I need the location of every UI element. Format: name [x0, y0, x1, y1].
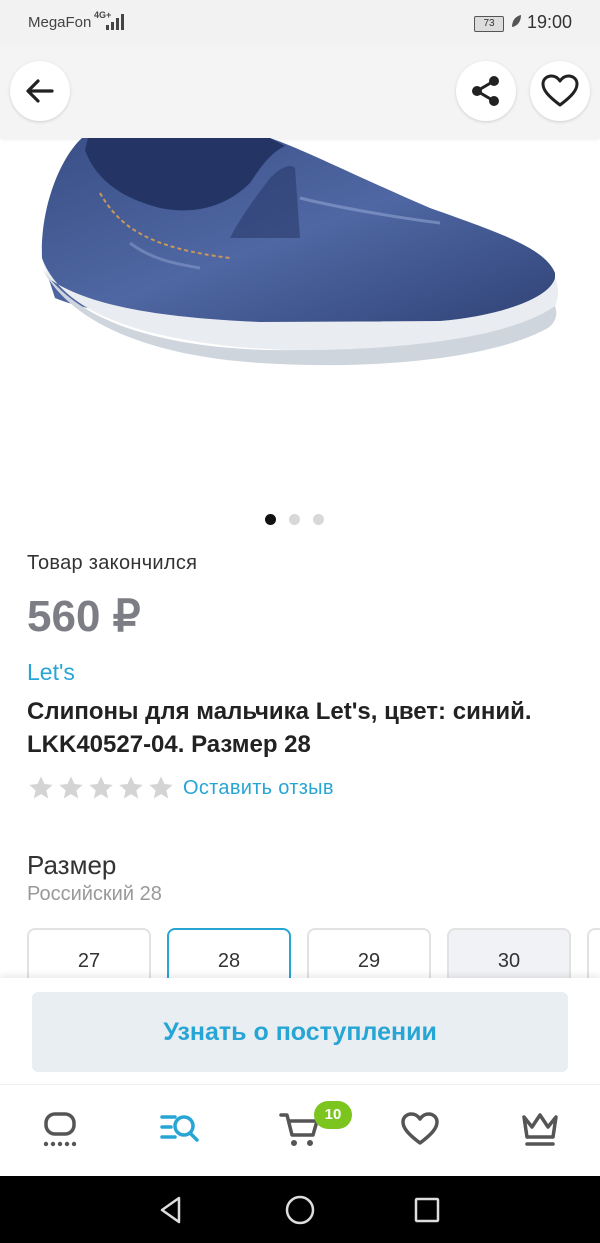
carrier-name: MegaFon: [28, 14, 92, 31]
tab-profile[interactable]: [518, 1107, 562, 1151]
size-option-29[interactable]: 29: [307, 928, 431, 980]
bottom-tab-bar: 10: [0, 1084, 600, 1177]
power-saving-icon: [512, 15, 521, 27]
star-icon: [59, 776, 83, 799]
pagination-dot-active[interactable]: [265, 514, 276, 525]
rating-row: Оставить отзыв: [27, 774, 334, 802]
circle-home-icon: [285, 1195, 315, 1225]
nav-home-button[interactable]: [283, 1193, 317, 1227]
size-options: 27 28 29 30: [27, 928, 600, 980]
write-review-link[interactable]: Оставить отзыв: [183, 777, 334, 800]
notify-arrival-button[interactable]: Узнать о поступлении: [32, 992, 568, 1072]
share-icon: [472, 76, 499, 106]
profile-crown-icon: [522, 1113, 558, 1146]
square-recents-icon: [414, 1197, 440, 1223]
tab-home[interactable]: [38, 1107, 82, 1151]
back-button[interactable]: [10, 61, 70, 121]
clock: 19:00: [527, 12, 573, 32]
product-price: 560 ₽: [27, 592, 141, 641]
stock-status: Товар закончился: [27, 552, 198, 574]
system-nav-bar: [0, 1176, 600, 1243]
catalog-search-icon: [160, 1115, 199, 1142]
star-icon: [89, 776, 113, 799]
battery-icon: 73: [474, 16, 504, 32]
star-icon: [119, 776, 143, 799]
rating-stars: [27, 774, 175, 802]
star-icon: [149, 776, 173, 799]
home-icon: [43, 1112, 77, 1147]
nav-back-button[interactable]: [154, 1193, 188, 1227]
brand-link[interactable]: Let's: [27, 659, 75, 686]
size-subtitle: Российский 28: [27, 883, 162, 905]
cta-container: Узнать о поступлении: [0, 978, 600, 1084]
size-option-27[interactable]: 27: [27, 928, 151, 980]
tab-catalog-search[interactable]: [158, 1107, 202, 1151]
pagination-dot[interactable]: [313, 514, 324, 525]
size-option-more[interactable]: [587, 928, 600, 980]
size-option-30[interactable]: 30: [447, 928, 571, 980]
pagination-dot[interactable]: [289, 514, 300, 525]
signal-icon: [106, 14, 124, 30]
product-image[interactable]: [0, 138, 600, 498]
tab-favorites[interactable]: [398, 1107, 442, 1151]
size-option-28[interactable]: 28: [167, 928, 291, 980]
product-title: Слипоны для мальчика Let's, цвет: синий.…: [27, 698, 532, 758]
size-heading: Размер: [27, 850, 117, 880]
favorites-icon: [401, 1112, 439, 1145]
status-bar: MegaFon 4G+ 73 19:00: [0, 0, 600, 44]
gallery-pagination: [265, 514, 324, 525]
heart-icon: [541, 74, 579, 107]
favorite-button[interactable]: [530, 61, 590, 121]
triangle-back-icon: [160, 1196, 181, 1224]
arrow-left-icon: [26, 79, 54, 103]
cart-count-badge: 10: [314, 1101, 352, 1129]
top-bar: [0, 44, 600, 138]
share-button[interactable]: [456, 61, 516, 121]
star-icon: [29, 776, 53, 799]
nav-recents-button[interactable]: [410, 1193, 444, 1227]
